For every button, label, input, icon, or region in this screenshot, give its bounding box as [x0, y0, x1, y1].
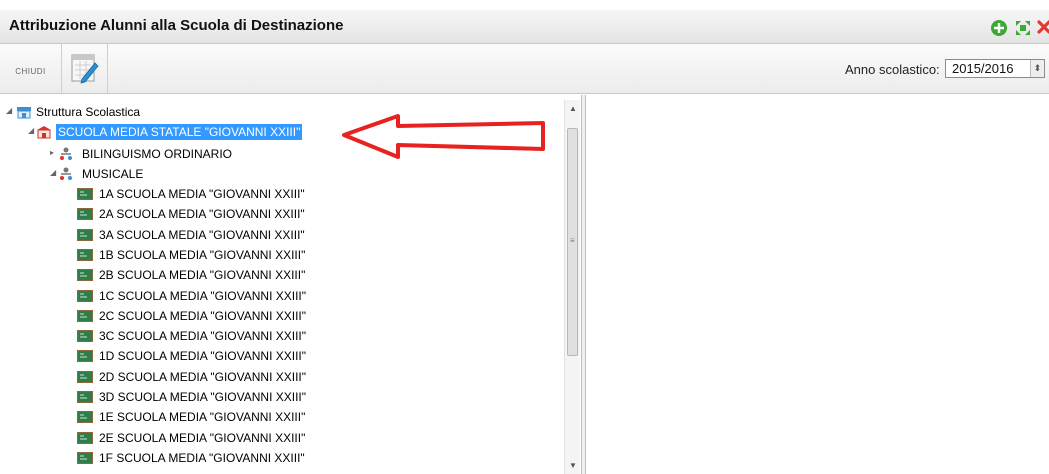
class-icon	[77, 269, 93, 282]
expand-node-icon[interactable]: ▸	[50, 148, 58, 158]
school-structure-icon	[17, 107, 31, 119]
class-icon	[77, 451, 93, 464]
panel-splitter[interactable]	[582, 95, 586, 474]
class-icon	[77, 431, 93, 444]
tree-label-root: Struttura Scolastica	[36, 105, 141, 119]
close-icon[interactable]	[1036, 19, 1049, 37]
class-icon	[77, 350, 93, 363]
class-icon	[77, 330, 93, 343]
tree-label-group: MUSICALE	[82, 167, 144, 181]
close-button-label: CHIUDI	[15, 67, 46, 76]
tree-label-class: 1A SCUOLA MEDIA "GIOVANNI XXIII"	[99, 187, 305, 201]
tree-label-class: 3A SCUOLA MEDIA "GIOVANNI XXIII"	[99, 227, 305, 242]
tree-label-class: 1F SCUOLA MEDIA "GIOVANNI XXIII"	[99, 450, 305, 465]
tree-label-class: 1D SCUOLA MEDIA "GIOVANNI XXIII"	[99, 349, 307, 364]
class-icon	[77, 228, 93, 241]
collapse-icon[interactable]: ◢	[6, 106, 14, 116]
class-icon	[77, 208, 93, 221]
edit-button[interactable]	[62, 44, 108, 93]
tree-label-class: 1C SCUOLA MEDIA "GIOVANNI XXIII"	[99, 288, 307, 303]
toolbar: CHIUDI Anno scolastico: 2015/2016 ⬍	[0, 44, 1049, 94]
school-year-value: 2015/2016	[952, 61, 1014, 76]
grip-icon: ≡	[570, 236, 575, 245]
class-icon	[77, 370, 93, 383]
group-icon	[60, 147, 72, 160]
class-icon	[77, 391, 93, 403]
window-title: Attribuzione Alunni alla Scuola di Desti…	[9, 17, 344, 34]
class-icon	[77, 289, 93, 302]
class-icon	[77, 188, 93, 200]
add-icon[interactable]	[990, 19, 1008, 37]
tree-label-class: 2D SCUOLA MEDIA "GIOVANNI XXIII"	[99, 369, 307, 384]
school-icon	[37, 126, 51, 139]
tree-label-class: 2C SCUOLA MEDIA "GIOVANNI XXIII"	[99, 308, 307, 323]
collapse-icon[interactable]: ◢	[28, 126, 36, 136]
tree-label-class: 3C SCUOLA MEDIA "GIOVANNI XXIII"	[99, 329, 307, 344]
close-button[interactable]: CHIUDI	[0, 44, 62, 93]
tree-scrollbar[interactable]: ▲ ≡ ▼	[564, 100, 580, 474]
school-year-field[interactable]: 2015/2016 ⬍	[945, 59, 1045, 78]
collapse-icon[interactable]: ◢	[50, 168, 58, 178]
tree-label-class: 2E SCUOLA MEDIA "GIOVANNI XXIII"	[99, 430, 306, 445]
tree-label-group: BILINGUISMO ORDINARIO	[82, 147, 233, 161]
spinner-icon[interactable]: ⬍	[1030, 60, 1044, 77]
class-icon	[77, 411, 93, 424]
tree-label-class: 2A SCUOLA MEDIA "GIOVANNI XXIII"	[99, 207, 305, 222]
window-titlebar: Attribuzione Alunni alla Scuola di Desti…	[0, 0, 1049, 44]
school-year-label: Anno scolastico:	[845, 62, 940, 77]
tree-label-class: 2B SCUOLA MEDIA "GIOVANNI XXIII"	[99, 268, 306, 283]
edit-icon	[71, 54, 99, 84]
tree-label-class: 3D SCUOLA MEDIA "GIOVANNI XXIII"	[99, 390, 307, 404]
scroll-up-icon[interactable]: ▲	[565, 103, 581, 115]
tree-label-school: SCUOLA MEDIA STATALE "GIOVANNI XXIII"	[56, 124, 303, 140]
group-icon	[60, 167, 72, 180]
class-icon	[77, 309, 93, 322]
expand-icon[interactable]	[1014, 19, 1032, 37]
scrollbar-thumb[interactable]: ≡	[567, 128, 578, 356]
class-icon	[77, 248, 93, 261]
annotation-arrow-icon	[342, 114, 545, 159]
tree-label-class: 1B SCUOLA MEDIA "GIOVANNI XXIII"	[99, 247, 306, 262]
tree-label-class: 1E SCUOLA MEDIA "GIOVANNI XXIII"	[99, 410, 306, 425]
scroll-down-icon[interactable]: ▼	[565, 460, 581, 472]
